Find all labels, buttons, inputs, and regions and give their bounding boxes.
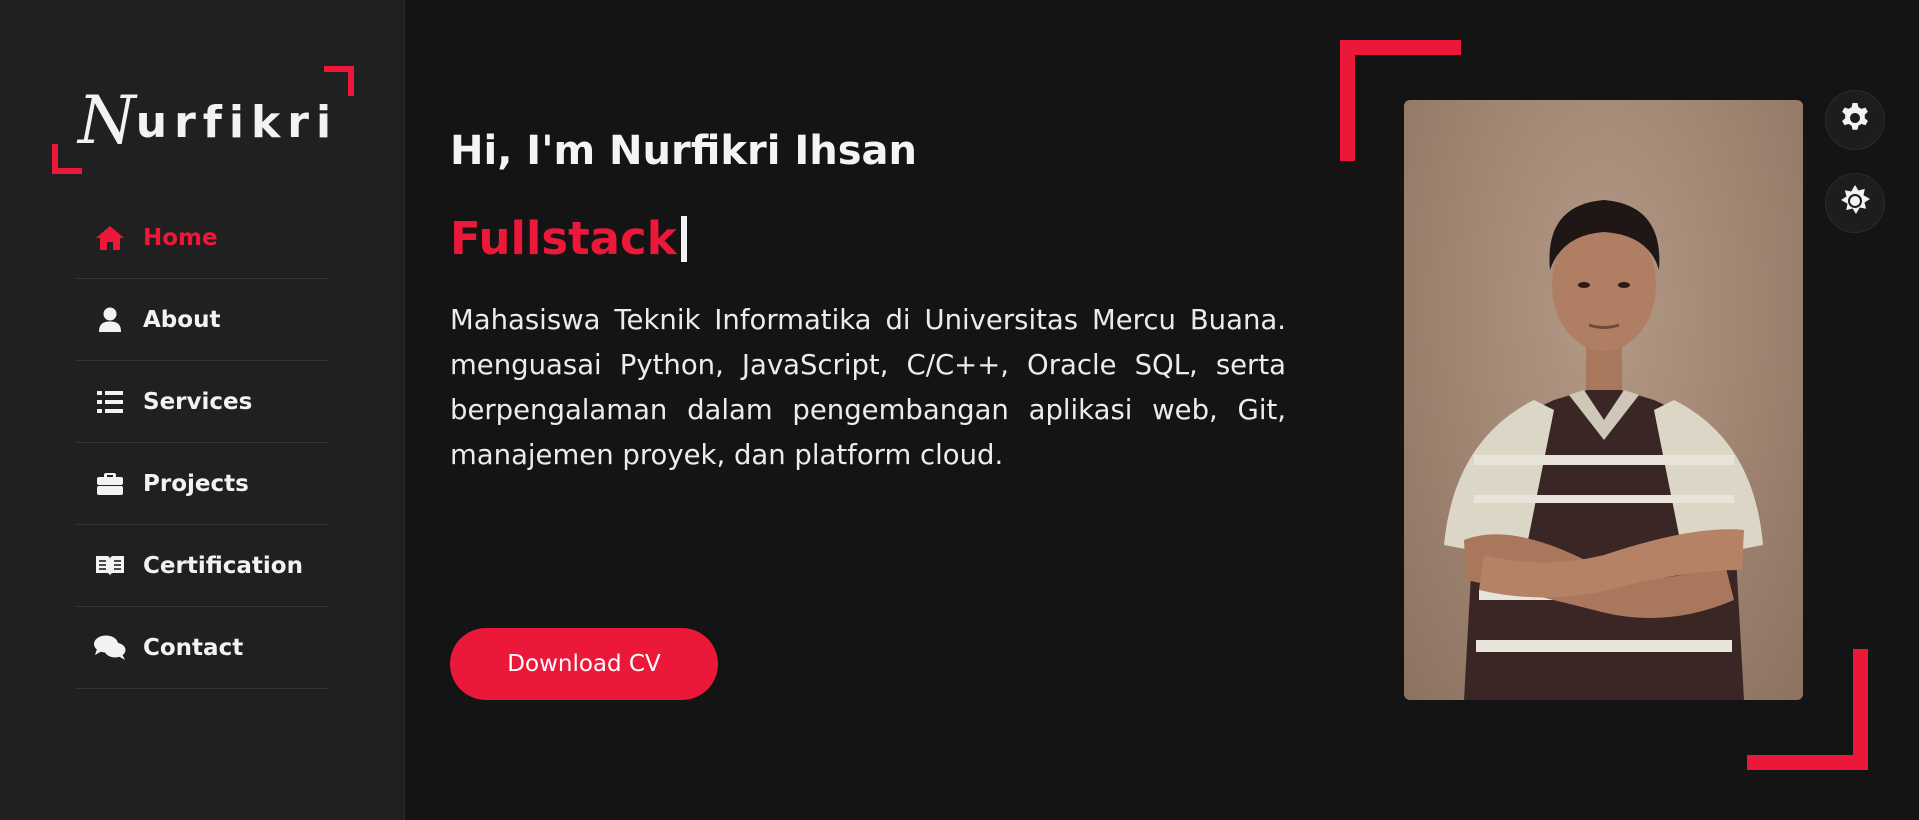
logo-text: Nurfikri — [78, 82, 338, 159]
nav-item-contact[interactable]: Contact — [76, 607, 328, 689]
briefcase-icon — [94, 469, 126, 499]
main-nav: Home About Services Projects Certificati… — [76, 197, 328, 689]
nav-item-label: Services — [143, 388, 253, 415]
gear-icon — [1839, 102, 1871, 138]
nav-item-label: Certification — [143, 552, 303, 579]
list-icon — [94, 387, 126, 417]
bio-paragraph: Mahasiswa Teknik Informatika di Universi… — [450, 304, 1286, 471]
book-icon — [94, 551, 126, 581]
nav-item-label: About — [143, 306, 221, 333]
sun-icon — [1838, 184, 1872, 222]
nav-item-projects[interactable]: Projects — [76, 443, 328, 525]
theme-toggle-button[interactable] — [1825, 173, 1885, 233]
nav-item-label: Projects — [143, 470, 249, 497]
nav-item-services[interactable]: Services — [76, 361, 328, 443]
page: Nurfikri Home About Services Projects Ce… — [0, 0, 1919, 820]
logo-rest: urfikri — [135, 97, 339, 148]
nav-item-label: Home — [143, 224, 218, 251]
user-icon — [94, 305, 126, 335]
nav-item-certification[interactable]: Certification — [76, 525, 328, 607]
role-text: Fullstack — [450, 212, 677, 265]
nav-item-about[interactable]: About — [76, 279, 328, 361]
sidebar: Nurfikri Home About Services Projects Ce… — [0, 0, 405, 820]
greeting-heading: Hi, I'm Nurfikri Ihsan — [450, 128, 917, 174]
profile-photo — [1404, 100, 1803, 700]
nav-item-home[interactable]: Home — [76, 197, 328, 279]
typing-cursor — [680, 215, 687, 262]
logo[interactable]: Nurfikri — [52, 66, 354, 174]
comments-icon — [94, 633, 126, 663]
style-switcher-button[interactable] — [1825, 90, 1885, 150]
nav-item-label: Contact — [143, 634, 244, 661]
download-cv-button[interactable]: Download CV — [450, 628, 718, 700]
logo-initial: N — [78, 82, 136, 159]
role-typed-text: Fullstack — [450, 212, 687, 265]
home-icon — [94, 223, 126, 253]
